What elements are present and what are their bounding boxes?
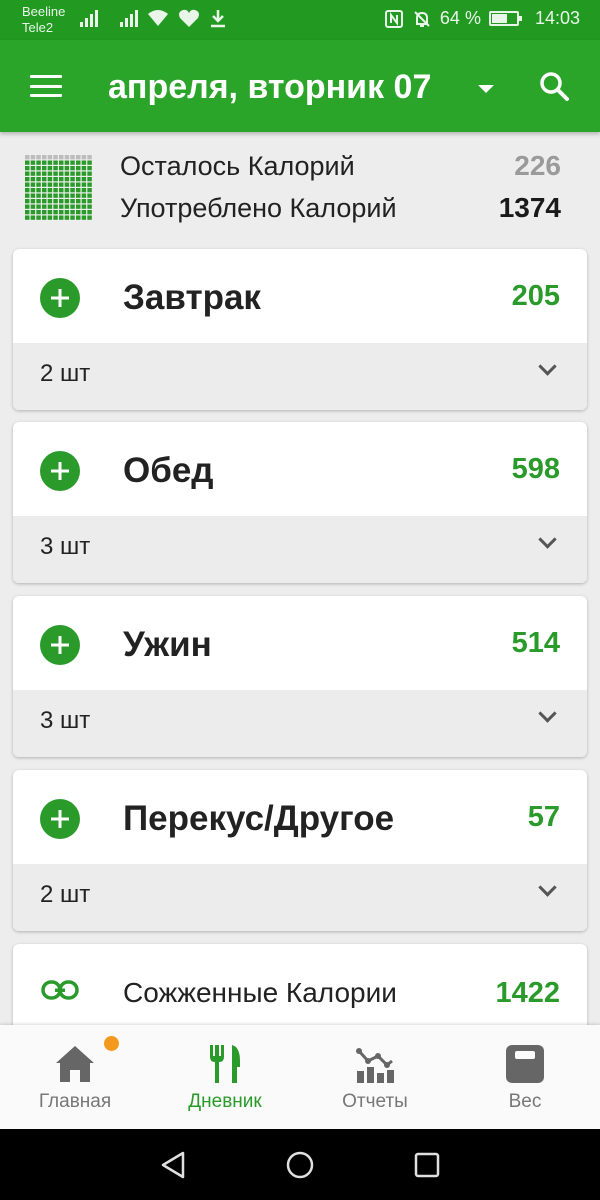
battery-text: 64 % bbox=[439, 8, 481, 28]
system-navigation-bar bbox=[0, 1129, 600, 1200]
bell-off-icon bbox=[414, 10, 430, 27]
bottom-navigation: Главная Дневник Отчеты Вес bbox=[0, 1025, 600, 1129]
chevron-down-icon[interactable] bbox=[538, 530, 557, 549]
back-icon[interactable] bbox=[157, 1149, 189, 1181]
meal-name: Ужин bbox=[123, 625, 212, 664]
meal-item-count: 3 шт bbox=[40, 533, 91, 560]
meal-card-breakfast[interactable]: Завтрак 205 2 шт bbox=[13, 249, 587, 410]
meal-items-expander[interactable]: 3 шт bbox=[13, 516, 587, 583]
page-title[interactable]: апреля, вторник 07 bbox=[108, 65, 431, 109]
add-icon[interactable] bbox=[40, 451, 80, 491]
meal-item-count: 2 шт bbox=[40, 360, 91, 387]
meal-item-count: 2 шт bbox=[40, 881, 91, 908]
status-icons-right: 64 % 14:03 bbox=[384, 8, 580, 29]
nav-weight[interactable]: Вес bbox=[450, 1025, 600, 1129]
calorie-summary: Осталось Калорий 226 Употреблено Калорий… bbox=[0, 132, 600, 240]
meal-calories: 205 bbox=[511, 280, 560, 312]
chevron-down-icon[interactable] bbox=[538, 704, 557, 723]
meal-calories: 57 bbox=[527, 801, 560, 833]
remaining-label: Осталось Калорий bbox=[120, 151, 355, 181]
meal-name: Перекус/Другое bbox=[123, 799, 395, 838]
notification-badge bbox=[104, 1036, 119, 1051]
status-icons-left bbox=[80, 8, 228, 28]
meal-item-count: 3 шт bbox=[40, 707, 91, 734]
add-icon[interactable] bbox=[40, 278, 80, 318]
link-icon bbox=[41, 980, 79, 1000]
chevron-down-icon[interactable] bbox=[538, 357, 557, 376]
wifi-icon bbox=[148, 10, 168, 26]
meal-items-expander[interactable]: 2 шт bbox=[13, 343, 587, 410]
nav-label: Вес bbox=[508, 1091, 542, 1112]
download-icon bbox=[211, 10, 225, 28]
carrier-1: Beeline bbox=[22, 4, 66, 19]
remaining-value: 226 bbox=[514, 150, 561, 181]
burned-calories-value: 1422 bbox=[495, 977, 560, 1009]
nav-label: Главная bbox=[38, 1091, 112, 1112]
add-icon[interactable] bbox=[40, 625, 80, 665]
meal-card-dinner[interactable]: Ужин 514 3 шт bbox=[13, 596, 587, 757]
add-icon[interactable] bbox=[40, 799, 80, 839]
meal-card-lunch[interactable]: Обед 598 3 шт bbox=[13, 422, 587, 583]
meal-name: Завтрак bbox=[123, 278, 261, 317]
meal-card-snack[interactable]: Перекус/Другое 57 2 шт bbox=[13, 770, 587, 931]
consumed-value: 1374 bbox=[498, 192, 561, 223]
carrier-names: Beeline Tele2 bbox=[22, 4, 65, 36]
recent-apps-icon[interactable] bbox=[411, 1149, 443, 1181]
nav-label: Дневник bbox=[188, 1091, 262, 1112]
home-button-icon[interactable] bbox=[284, 1149, 316, 1181]
nfc-icon bbox=[384, 9, 403, 28]
menu-icon[interactable] bbox=[30, 75, 62, 97]
meal-items-expander[interactable]: 2 шт bbox=[13, 864, 587, 931]
meal-items-expander[interactable]: 3 шт bbox=[13, 690, 587, 757]
burned-calories-label: Сожженные Калории bbox=[123, 977, 397, 1008]
meal-calories: 598 bbox=[511, 453, 560, 485]
meal-name: Обед bbox=[123, 451, 214, 490]
dropdown-icon[interactable] bbox=[478, 85, 494, 93]
meal-calories: 514 bbox=[511, 627, 560, 659]
clock: 14:03 bbox=[534, 8, 580, 28]
reports-icon bbox=[356, 1048, 394, 1083]
signal-icon bbox=[120, 9, 138, 27]
consumed-label: Употреблено Калорий bbox=[120, 193, 397, 223]
carrier-2: Tele2 bbox=[22, 20, 54, 35]
nav-diary[interactable]: Дневник bbox=[150, 1025, 300, 1129]
calorie-grid-icon bbox=[25, 155, 92, 220]
signal-icon bbox=[80, 9, 98, 27]
nav-home[interactable]: Главная bbox=[0, 1025, 150, 1129]
nav-label: Отчеты bbox=[342, 1091, 408, 1112]
app-bar: апреля, вторник 07 bbox=[0, 40, 600, 132]
heart-icon bbox=[179, 9, 199, 28]
status-bar: Beeline Tele2 64 % 14:03 bbox=[0, 0, 600, 40]
battery-icon bbox=[488, 11, 522, 26]
chevron-down-icon[interactable] bbox=[538, 878, 557, 897]
fork-knife-icon bbox=[210, 1045, 240, 1083]
home-icon bbox=[56, 1046, 94, 1082]
scale-icon bbox=[506, 1045, 544, 1083]
search-icon[interactable] bbox=[538, 70, 570, 102]
nav-reports[interactable]: Отчеты bbox=[300, 1025, 450, 1129]
